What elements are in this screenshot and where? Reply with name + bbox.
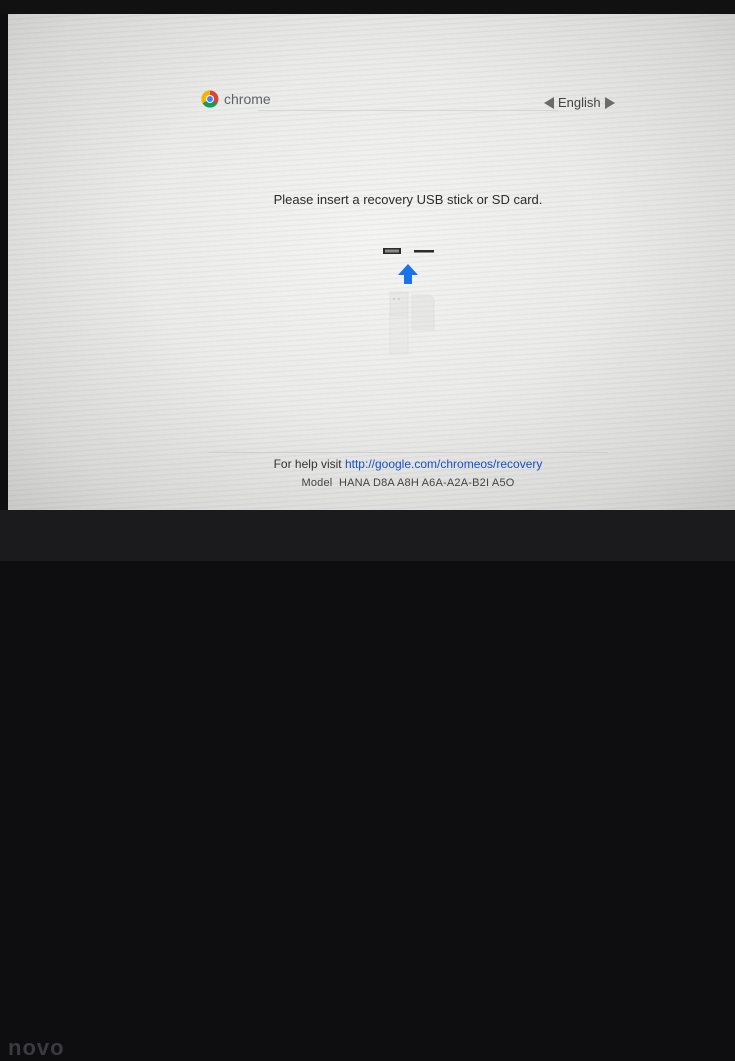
arrow-up-icon [398, 264, 418, 284]
footer-divider [208, 452, 608, 453]
bezel-brand-logo: novo [8, 1035, 65, 1060]
logo-text: chrome [224, 91, 271, 107]
header-divider [258, 110, 558, 111]
model-line: Model HANA D8A A8H A6A-A2A-B2I A5O [188, 477, 628, 489]
sd-card-icon [411, 294, 435, 331]
language-selector[interactable]: English [544, 95, 615, 110]
help-prefix: For help visit [273, 457, 342, 471]
help-link[interactable]: http://google.com/chromeos/recovery [345, 457, 542, 471]
model-label: Model [301, 477, 333, 489]
recovery-screen: chrome English Please insert a recovery … [8, 14, 735, 514]
help-text: For help visit http://google.com/chromeo… [188, 457, 628, 471]
bottom-bezel: novo [0, 510, 735, 1060]
language-label[interactable]: English [558, 95, 601, 110]
sd-slot-icon [414, 250, 434, 253]
model-value: HANA D8A A8H A6A-A2A-B2I A5O [338, 477, 515, 489]
usb-stick-icon [389, 291, 409, 355]
triangle-left-icon[interactable] [544, 96, 554, 109]
triangle-right-icon[interactable] [604, 96, 615, 109]
insert-media-illustration [383, 248, 435, 355]
top-bezel [0, 0, 735, 14]
usb-slot-icon [383, 248, 401, 254]
recovery-instruction: Please insert a recovery USB stick or SD… [273, 192, 543, 207]
chrome-logo-icon [201, 90, 219, 108]
chrome-logo: chrome [201, 90, 271, 108]
